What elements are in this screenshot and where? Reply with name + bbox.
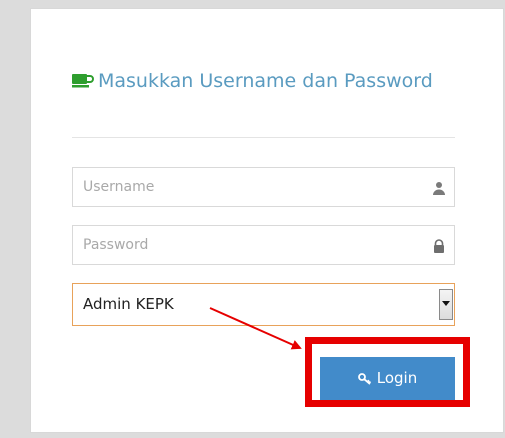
password-input[interactable] — [73, 226, 433, 264]
login-button-label: Login — [376, 368, 418, 387]
user-icon — [432, 180, 446, 195]
select-dropdown-button[interactable] — [439, 289, 453, 320]
lock-icon — [432, 238, 446, 253]
role-select[interactable]: Admin KEPK — [72, 283, 455, 326]
role-select-value: Admin KEPK — [83, 295, 174, 313]
title-divider — [72, 137, 455, 138]
password-field-wrap — [72, 225, 455, 265]
coffee-cup-icon — [72, 66, 94, 98]
form-title-text: Masukkan Username dan Password — [98, 70, 433, 92]
form-title: Masukkan Username dan Password — [72, 65, 462, 98]
page: Masukkan Username dan Password Admin KEP… — [0, 0, 505, 438]
username-input[interactable] — [73, 168, 433, 206]
login-button[interactable]: Login — [320, 357, 455, 400]
key-icon — [357, 371, 372, 389]
username-field-wrap — [72, 167, 455, 207]
